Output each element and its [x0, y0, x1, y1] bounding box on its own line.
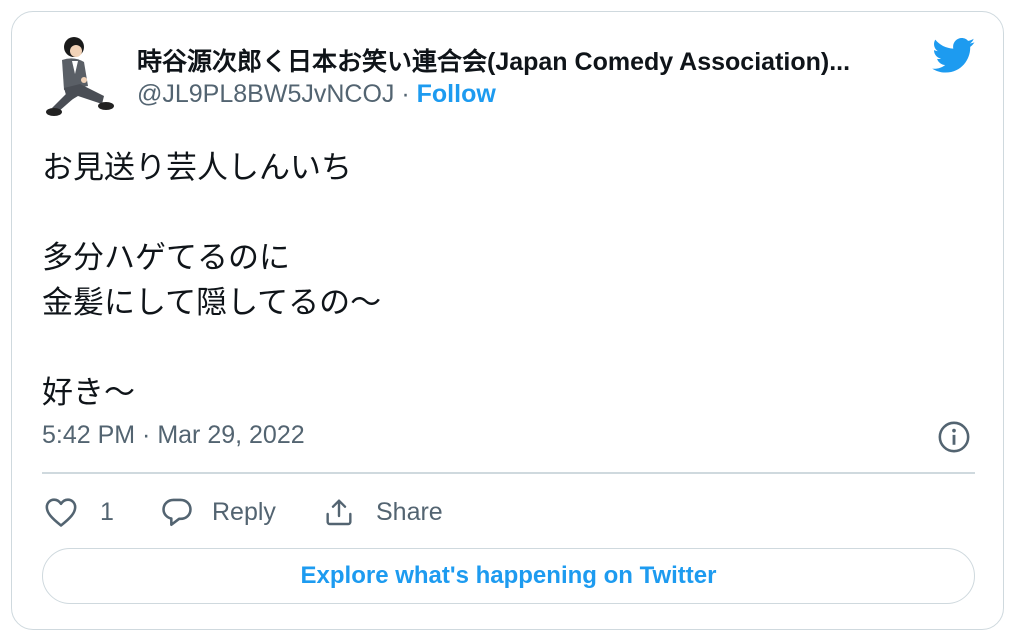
avatar[interactable]: [44, 34, 116, 120]
divider: [42, 472, 975, 474]
author-display-name[interactable]: 時谷源次郎く日本お笑い連合会(Japan Comedy Association)…: [137, 42, 850, 78]
heart-icon: [45, 498, 77, 527]
reply-bubble-icon: [162, 498, 192, 527]
share-label: Share: [376, 497, 443, 526]
tweet-text: お見送り芸人しんいち 多分ハゲてるのに 金髪にして隠してるの〜 好き〜: [42, 150, 382, 411]
share-icon: [326, 499, 352, 526]
share-button[interactable]: Share: [322, 492, 443, 532]
explore-twitter-button[interactable]: Explore what's happening on Twitter: [42, 548, 975, 604]
twitter-bird-icon[interactable]: [932, 38, 976, 74]
tweet-timestamp[interactable]: 5:42 PM · Mar 29, 2022: [42, 421, 305, 450]
author-handle[interactable]: @JL9PL8BW5JvNCOJ: [137, 80, 394, 108]
reply-label: Reply: [212, 497, 276, 526]
like-count: 1: [100, 497, 114, 526]
author-handle-row: @JL9PL8BW5JvNCOJ · Follow: [137, 80, 496, 109]
info-icon[interactable]: [937, 420, 971, 454]
separator-dot: ·: [401, 80, 410, 108]
follow-link[interactable]: Follow: [417, 80, 496, 108]
reply-button[interactable]: Reply: [160, 492, 276, 532]
like-button[interactable]: 1: [44, 492, 114, 532]
